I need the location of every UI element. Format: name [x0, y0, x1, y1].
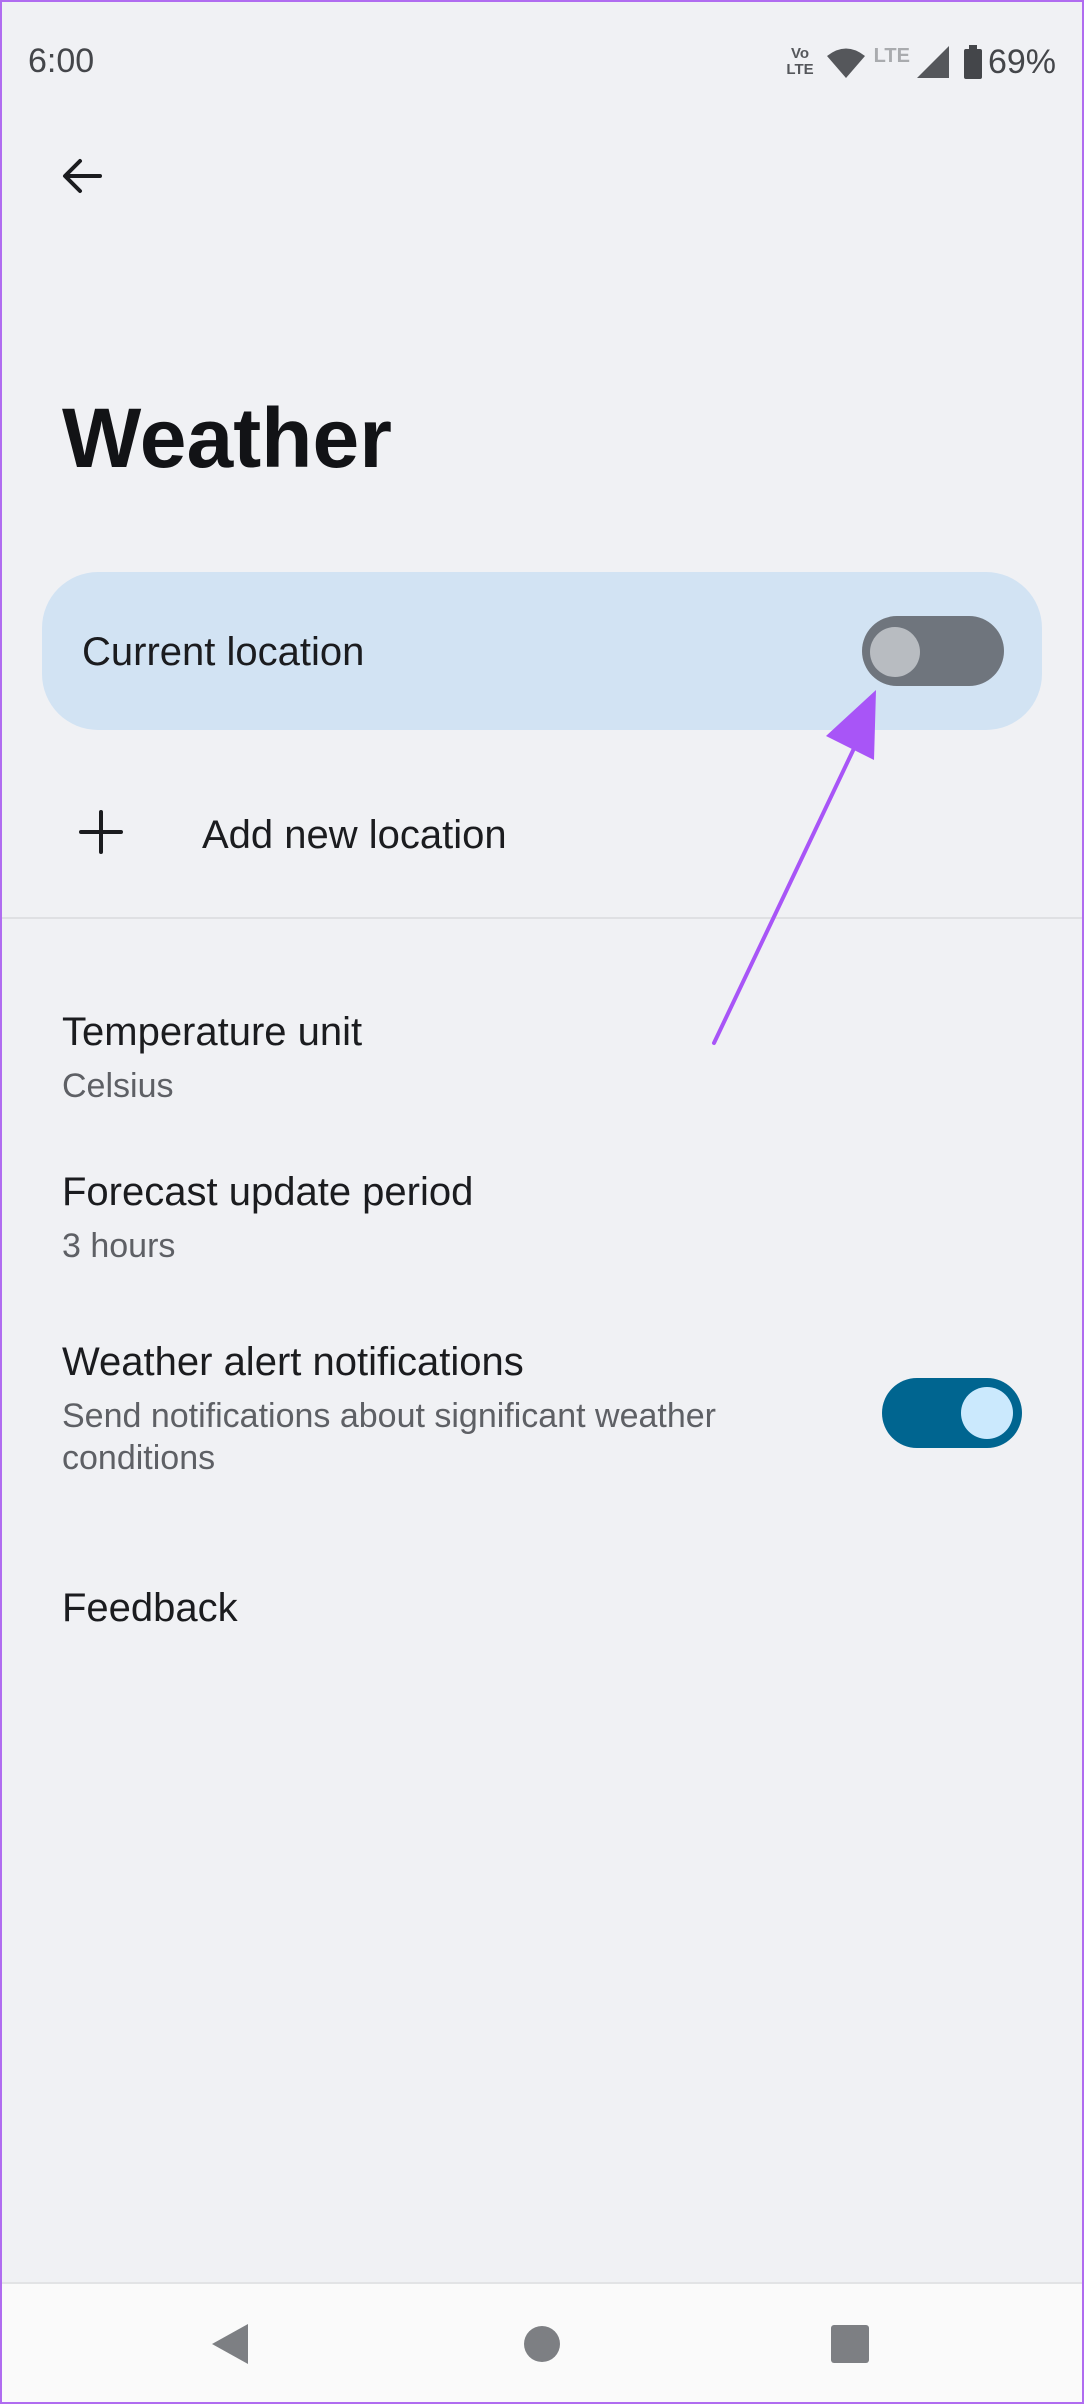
nav-back-button[interactable]	[200, 2314, 260, 2374]
weather-alerts-switch[interactable]	[882, 1378, 1022, 1448]
switch-knob	[961, 1387, 1013, 1439]
nav-recents-icon	[831, 2325, 869, 2363]
forecast-period-setting[interactable]: Forecast update period 3 hours	[62, 1170, 473, 1267]
weather-alerts-setting[interactable]: Weather alert notifications Send notific…	[62, 1340, 782, 1479]
weather-alerts-title: Weather alert notifications	[62, 1340, 524, 1384]
nav-home-button[interactable]	[512, 2314, 572, 2374]
navigation-bar	[0, 2282, 1084, 2404]
nav-recents-button[interactable]	[820, 2314, 880, 2374]
nav-home-icon	[524, 2326, 560, 2362]
forecast-period-value: 3 hours	[62, 1227, 176, 1265]
forecast-period-title: Forecast update period	[62, 1170, 474, 1214]
nav-back-icon	[212, 2324, 248, 2364]
weather-alerts-description: Send notifications about significant wea…	[62, 1397, 716, 1477]
feedback-item[interactable]: Feedback	[62, 1586, 238, 1631]
feedback-label: Feedback	[62, 1586, 238, 1630]
annotation-arrow	[712, 690, 876, 1045]
